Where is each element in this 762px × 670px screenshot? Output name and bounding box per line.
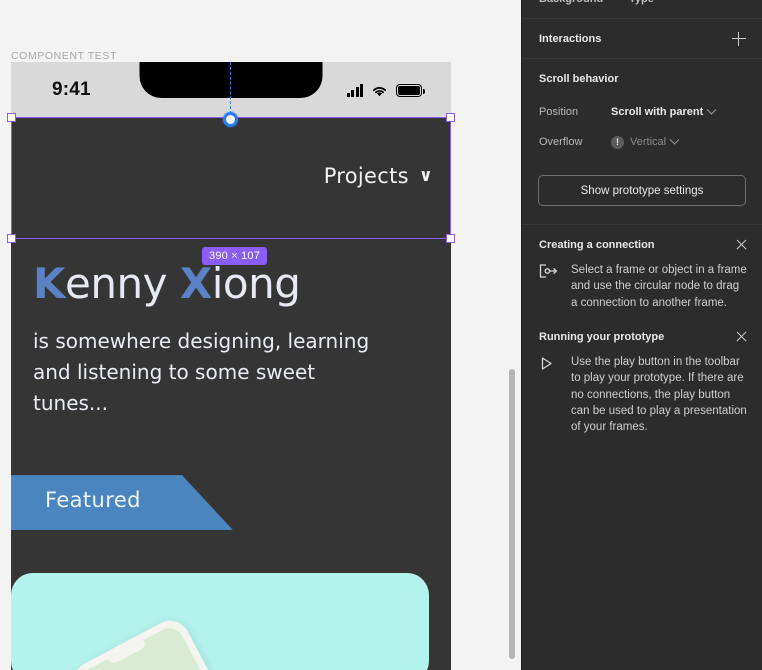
tip-text: Select a frame or object in a frame and … — [571, 264, 747, 309]
clipped-label-right: Type — [629, 0, 654, 5]
frame-name-label[interactable]: COMPONENT TEST — [11, 50, 117, 62]
tip-title: Running your prototype — [539, 330, 665, 343]
close-icon[interactable] — [735, 238, 748, 251]
phone-mockup-screen — [76, 623, 268, 670]
hero-name-x: X — [179, 259, 212, 308]
hero-name-k: K — [33, 259, 66, 308]
hero-name: Kenny Xiong — [33, 259, 451, 308]
scroll-behavior-section: Scroll behavior Position Scroll with par… — [522, 59, 762, 163]
interactions-header: Interactions — [522, 19, 762, 59]
featured-ribbon: Featured — [11, 475, 233, 531]
prototype-connection-node[interactable] — [223, 112, 238, 127]
overflow-row: Overflow ! Vertical — [539, 129, 748, 155]
chevron-down-icon — [706, 104, 717, 115]
featured-project-card[interactable] — [11, 573, 429, 670]
clipped-row-text: Background Type — [539, 0, 654, 5]
warning-icon[interactable]: ! — [611, 135, 624, 149]
phone-mockup-notch — [108, 640, 147, 666]
overflow-label: Overflow — [539, 136, 583, 148]
featured-ribbon-wrap: Featured — [11, 475, 451, 531]
interactions-title: Interactions — [539, 32, 602, 45]
phone-mockup-image — [67, 613, 277, 670]
wifi-icon — [371, 84, 388, 97]
position-value: Scroll with parent — [611, 106, 704, 118]
nav-band[interactable]: Projects ∨ — [11, 117, 451, 238]
panel-clipped-row: Background Type — [522, 0, 762, 19]
hero-name-enny: enny — [65, 259, 180, 308]
tip-header: Creating a connection — [539, 239, 748, 251]
hero-tagline: is somewhere designing, learning and lis… — [33, 329, 370, 416]
play-icon — [539, 354, 557, 374]
connection-dashed-line — [230, 62, 231, 114]
overflow-select[interactable]: Vertical — [630, 134, 680, 148]
canvas-vertical-scrollbar[interactable] — [509, 369, 515, 659]
show-prototype-settings-button[interactable]: Show prototype settings — [538, 175, 746, 206]
position-row: Position Scroll with parent — [539, 99, 748, 125]
hero-name-iong: iong — [211, 259, 301, 308]
hero-section: Kenny Xiong is somewhere designing, lear… — [11, 238, 451, 419]
tip-header: Running your prototype — [539, 331, 748, 343]
connection-node-icon — [539, 262, 558, 282]
tip-running-your-prototype: Running your prototype Use the play butt… — [522, 317, 762, 442]
position-select[interactable]: Scroll with parent — [611, 104, 717, 118]
prototype-button-wrap: Show prototype settings — [522, 163, 762, 224]
right-properties-panel: Background Type Interactions Scroll beha… — [521, 0, 762, 670]
tip-title: Creating a connection — [539, 239, 655, 251]
status-clock: 9:41 — [52, 79, 91, 100]
tip-body: Use the play button in the toolbar to pl… — [539, 354, 748, 436]
selection-size-badge: 390 × 107 — [202, 247, 268, 265]
projects-dropdown[interactable]: Projects ∨ — [324, 164, 433, 188]
notch — [139, 62, 323, 98]
close-icon[interactable] — [735, 330, 748, 343]
figma-window: COMPONENT TEST 9:41 Projects ∨ Kenny Xio… — [0, 0, 762, 670]
clipped-label-left: Background — [539, 0, 603, 5]
battery-icon — [396, 84, 425, 97]
projects-label: Projects — [323, 164, 409, 188]
tip-body: Select a frame or object in a frame and … — [539, 262, 748, 311]
chevron-down-icon — [669, 134, 680, 145]
tip-creating-a-connection: Creating a connection Select a frame or … — [522, 225, 762, 317]
overflow-value: Vertical — [630, 136, 667, 148]
design-canvas[interactable]: COMPONENT TEST 9:41 Projects ∨ Kenny Xio… — [0, 0, 521, 670]
position-label: Position — [539, 106, 579, 118]
plus-icon[interactable] — [730, 30, 748, 48]
cellular-signal-icon — [346, 84, 363, 97]
phone-status-bar: 9:41 — [11, 62, 451, 117]
featured-label: Featured — [45, 488, 141, 513]
chevron-down-icon: ∨ — [418, 166, 433, 186]
status-icon-group — [346, 81, 425, 97]
scroll-behavior-title: Scroll behavior — [539, 73, 619, 85]
spiral-graphic-icon — [109, 662, 214, 670]
tip-text: Use the play button in the toolbar to pl… — [571, 355, 747, 434]
